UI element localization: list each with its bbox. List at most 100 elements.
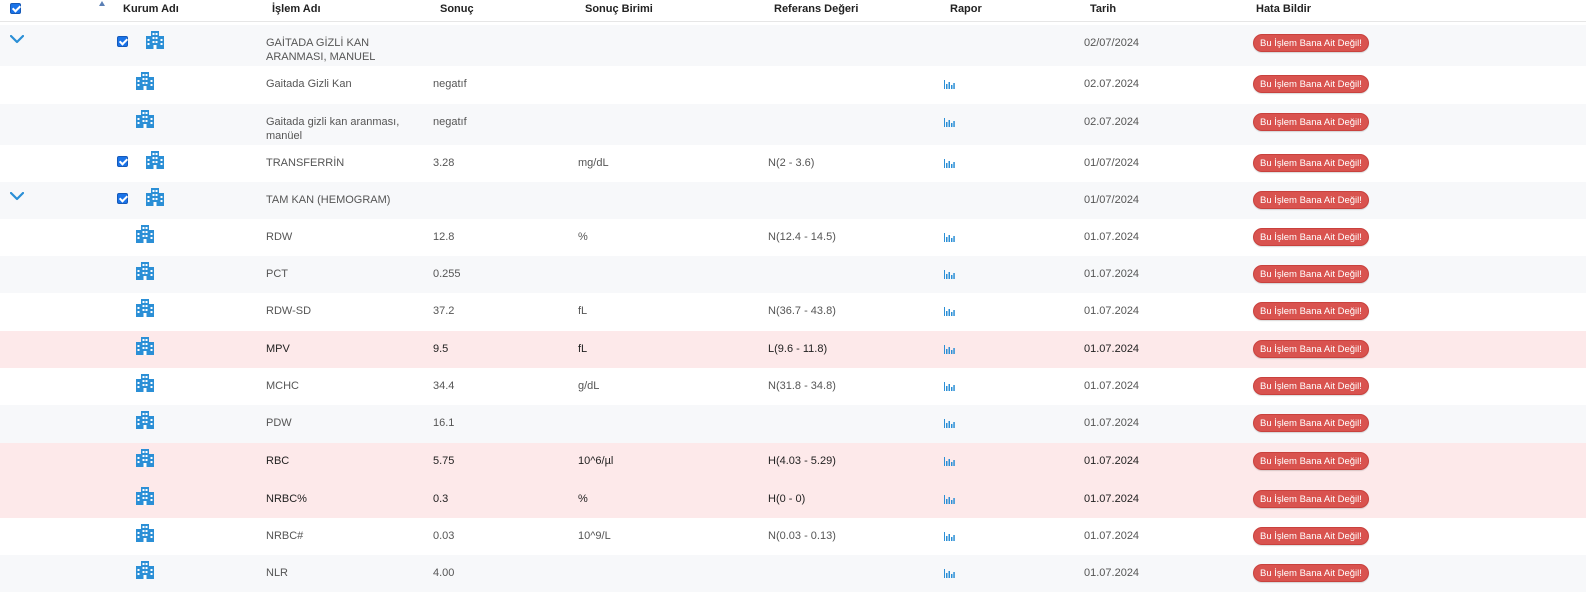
result-value: 12.8 [433, 231, 455, 243]
col-hata-bildir[interactable]: Hata Bildir [1256, 3, 1311, 15]
table-row: MPV 9.5 fL L(9.6 - 11.8) 01.07.2024 Bu İşlem … [0, 331, 1586, 368]
reference-range: L(9.6 - 11.8) [768, 343, 828, 355]
col-sonuc-birimi[interactable]: Sonuç Birimi [585, 3, 653, 15]
test-name-line: PDW [266, 417, 292, 429]
result-date: 01/07/2024 [1084, 157, 1140, 169]
result-unit: 10^6/µl [578, 455, 614, 467]
table-row: RBC 5.75 10^6/µl H(4.03 - 5.29) 01.07.2024 Bu… [0, 443, 1586, 481]
test-name-line: manüel [266, 130, 303, 142]
report-error-button[interactable]: Bu İşlem Bana Ait Değil! [1253, 564, 1369, 582]
row-checkbox[interactable] [117, 156, 128, 167]
result-value: 0.03 [433, 530, 455, 542]
test-name: PCT [266, 267, 426, 281]
test-name-line: MPV [266, 343, 290, 355]
test-name: MCHC [266, 379, 426, 393]
reference-range: N(12.4 - 14.5) [768, 231, 836, 243]
report-error-button[interactable]: Bu İşlem Bana Ait Değil! [1253, 265, 1369, 283]
report-chart-icon[interactable] [944, 345, 955, 354]
report-error-button[interactable]: Bu İşlem Bana Ait Değil! [1253, 340, 1369, 358]
report-error-button[interactable]: Bu İşlem Bana Ait Değil! [1253, 191, 1369, 209]
report-chart-icon[interactable] [944, 457, 955, 466]
col-rapor[interactable]: Rapor [950, 3, 982, 15]
report-chart-icon[interactable] [944, 495, 955, 504]
result-unit: fL [578, 305, 588, 317]
report-chart-icon[interactable] [944, 419, 955, 428]
col-islem-adi[interactable]: İşlem Adı [272, 3, 321, 15]
result-value: 37.2 [433, 305, 455, 317]
result-date: 02/07/2024 [1084, 37, 1140, 49]
table-row: PCT 0.255 01.07.2024 Bu İşlem Bana Ait Deği… [0, 256, 1586, 293]
reference-range: N(36.7 - 43.8) [768, 305, 836, 317]
test-name-line: RBC [266, 455, 290, 467]
result-unit: g/dL [578, 380, 600, 392]
institution-icon [135, 523, 155, 543]
test-name: NLR [266, 566, 426, 580]
report-chart-icon[interactable] [944, 80, 955, 89]
test-name: Gaitada Gizli Kan [266, 77, 426, 91]
report-error-button[interactable]: Bu İşlem Bana Ait Değil! [1253, 414, 1369, 432]
result-value: 4.00 [433, 567, 455, 579]
report-chart-icon[interactable] [944, 233, 955, 242]
result-unit: mg/dL [578, 157, 609, 169]
result-unit: % [578, 493, 588, 505]
reference-range: H(4.03 - 5.29) [768, 455, 836, 467]
result-value: 0.3 [433, 493, 449, 505]
table-row: NLR 4.00 01.07.2024 Bu İşlem Bana Ait Değil… [0, 555, 1586, 592]
institution-icon [145, 150, 165, 170]
result-unit: 10^9/L [578, 530, 611, 542]
report-chart-icon[interactable] [944, 159, 955, 168]
report-error-button[interactable]: Bu İşlem Bana Ait Değil! [1253, 113, 1369, 131]
test-name-line: MCHC [266, 380, 299, 392]
group-row: GAİTADA GİZLİ KAN ARANMASI, MANUEL 02/07/2… [0, 25, 1586, 66]
result-date: 01.07.2024 [1084, 268, 1140, 280]
result-date: 01.07.2024 [1084, 231, 1140, 243]
report-error-button[interactable]: Bu İşlem Bana Ait Değil! [1253, 527, 1369, 545]
row-checkbox[interactable] [117, 36, 128, 47]
result-date: 01.07.2024 [1084, 530, 1140, 542]
institution-icon [135, 373, 155, 393]
report-chart-icon[interactable] [944, 307, 955, 316]
group-row: TAM KAN (HEMOGRAM) 01/07/2024 Bu İşlem Ban… [0, 182, 1586, 219]
col-referans-degeri[interactable]: Referans Değeri [774, 3, 858, 15]
report-error-button[interactable]: Bu İşlem Bana Ait Değil! [1253, 228, 1369, 246]
chevron-down-icon[interactable] [9, 191, 25, 204]
result-value: 5.75 [433, 455, 455, 467]
institution-icon [135, 224, 155, 244]
report-error-button[interactable]: Bu İşlem Bana Ait Değil! [1253, 75, 1369, 93]
result-value: 16.1 [433, 417, 455, 429]
report-chart-icon[interactable] [944, 569, 955, 578]
result-date: 01.07.2024 [1084, 567, 1140, 579]
row-checkbox[interactable] [117, 193, 128, 204]
table-row: NRBC% 0.3% H(0 - 0) 01.07.2024 Bu İşlem Bana… [0, 481, 1586, 518]
report-error-button[interactable]: Bu İşlem Bana Ait Değil! [1253, 154, 1369, 172]
report-error-button[interactable]: Bu İşlem Bana Ait Değil! [1253, 34, 1369, 52]
report-chart-icon[interactable] [944, 382, 955, 391]
institution-icon [145, 187, 165, 207]
result-date: 01.07.2024 [1084, 380, 1140, 392]
report-error-button[interactable]: Bu İşlem Bana Ait Değil! [1253, 377, 1369, 395]
col-tarih[interactable]: Tarih [1090, 3, 1116, 15]
sort-asc-icon[interactable] [99, 1, 105, 6]
report-chart-icon[interactable] [944, 532, 955, 541]
report-error-button[interactable]: Bu İşlem Bana Ait Değil! [1253, 490, 1369, 508]
report-chart-icon[interactable] [944, 118, 955, 127]
test-name-line: PCT [266, 268, 288, 280]
test-name-line: NLR [266, 567, 289, 579]
report-error-button[interactable]: Bu İşlem Bana Ait Değil! [1253, 302, 1369, 320]
report-chart-icon[interactable] [944, 270, 955, 279]
col-kurum-adi[interactable]: Kurum Adı [123, 3, 179, 15]
col-sonuc[interactable]: Sonuç [440, 3, 474, 15]
result-value: 9.5 [433, 343, 449, 355]
table-row: Gaitada Gizli Kan negatıf 02.07.2024 Bu İşl… [0, 66, 1586, 104]
select-all-checkbox[interactable] [10, 3, 21, 14]
institution-icon [135, 560, 155, 580]
table-header: Kurum Adı İşlem Adı Sonuç Sonuç Birimi R… [0, 0, 1586, 22]
table-row: RDW 12.8% N(12.4 - 14.5) 01.07.2024 Bu İşlem… [0, 219, 1586, 256]
test-name-line: RDW [266, 231, 293, 243]
institution-icon [135, 109, 155, 129]
result-value: negatıf [433, 116, 467, 128]
report-error-button[interactable]: Bu İşlem Bana Ait Değil! [1253, 452, 1369, 470]
institution-icon [135, 336, 155, 356]
chevron-down-icon[interactable] [9, 34, 25, 47]
test-name-line: NRBC# [266, 530, 304, 542]
